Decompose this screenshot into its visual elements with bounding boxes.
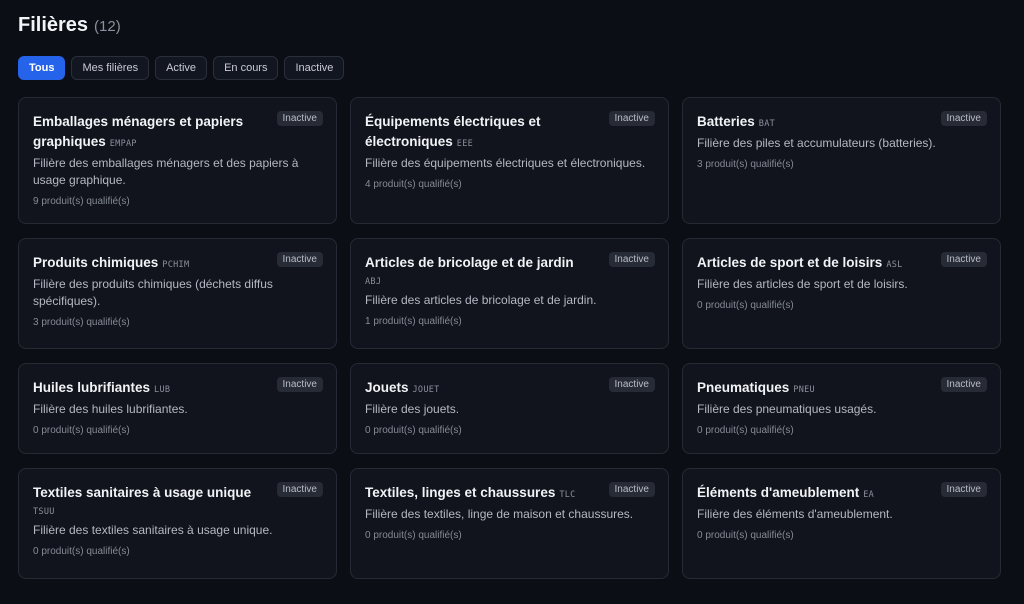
filiere-card-asl[interactable]: Inactive Articles de sport et de loisirs… — [682, 238, 1001, 349]
card-description: Filière des textiles, linge de maison et… — [365, 507, 634, 521]
card-name: Éléments d'ameublement — [697, 485, 860, 500]
filter-mine[interactable]: Mes filières — [71, 56, 150, 80]
card-code: EMPAP — [109, 139, 137, 149]
filiere-card-tlc[interactable]: Inactive Textiles, linges et chaussures T… — [350, 468, 669, 579]
page-header: Filières (12) — [18, 14, 1006, 42]
card-name: Produits chimiques — [33, 255, 159, 270]
status-badge: Inactive — [608, 377, 655, 392]
card-product-count: 3 produit(s) qualifié(s) — [697, 159, 794, 170]
card-code: PNEU — [793, 385, 815, 395]
card-product-count: 3 produit(s) qualifié(s) — [33, 317, 130, 328]
card-code: EEE — [456, 139, 474, 149]
card-description: Filière des jouets. — [365, 402, 460, 416]
card-product-count: 0 produit(s) qualifié(s) — [33, 425, 130, 436]
card-code: JOUET — [412, 385, 440, 395]
filter-inactive[interactable]: Inactive — [284, 56, 345, 80]
card-product-count: 0 produit(s) qualifié(s) — [697, 425, 794, 436]
status-badge: Inactive — [940, 377, 987, 392]
filiere-card-empap[interactable]: Inactive Emballages ménagers et papiers … — [18, 97, 337, 224]
page: Filières (12) Tous Mes filières Active E… — [0, 0, 1024, 579]
filiere-card-bat[interactable]: Inactive Batteries BAT Filière des piles … — [682, 97, 1001, 224]
status-badge: Inactive — [276, 252, 323, 267]
filiere-card-abj[interactable]: Inactive Articles de bricolage et de jar… — [350, 238, 669, 349]
status-badge: Inactive — [940, 482, 987, 497]
card-code: BAT — [758, 119, 776, 129]
filter-in-progress[interactable]: En cours — [213, 56, 279, 80]
status-badge: Inactive — [608, 482, 655, 497]
status-badge: Inactive — [276, 377, 323, 392]
filiere-card-pneu[interactable]: Inactive Pneumatiques PNEU Filière des pn… — [682, 363, 1001, 454]
card-code: ASL — [886, 260, 903, 270]
card-description: Filière des piles et accumulateurs (batt… — [697, 136, 936, 150]
card-description: Filière des éléments d'ameublement. — [697, 507, 893, 521]
card-name: Jouets — [365, 380, 409, 395]
status-badge: Inactive — [940, 252, 987, 267]
filiere-card-eee[interactable]: Inactive Équipements électriques et élec… — [350, 97, 669, 224]
card-code: PCHIM — [162, 260, 190, 270]
filiere-grid: Inactive Emballages ménagers et papiers … — [18, 97, 1006, 579]
card-description: Filière des textiles sanitaires à usage … — [33, 523, 273, 537]
card-product-count: 0 produit(s) qualifié(s) — [365, 425, 462, 436]
card-description: Filière des pneumatiques usagés. — [697, 402, 877, 416]
filiere-card-tsuu[interactable]: Inactive Textiles sanitaires à usage uni… — [18, 468, 337, 579]
item-count: (12) — [94, 18, 121, 35]
card-description: Filière des produits chimiques (déchets … — [33, 277, 273, 308]
card-code: EA — [863, 490, 875, 500]
filter-bar: Tous Mes filières Active En cours Inacti… — [18, 56, 1006, 80]
status-badge: Inactive — [276, 482, 323, 497]
card-code: ABJ — [365, 277, 382, 287]
filiere-card-ea[interactable]: Inactive Éléments d'ameublement EA Filièr… — [682, 468, 1001, 579]
card-description: Filière des huiles lubrifiantes. — [33, 402, 188, 416]
card-name: Huiles lubrifiantes — [33, 380, 151, 395]
card-name: Équipements électriques et électroniques — [365, 114, 541, 149]
filiere-card-lub[interactable]: Inactive Huiles lubrifiantes LUB Filière … — [18, 363, 337, 454]
card-code: LUB — [154, 385, 171, 395]
card-name: Textiles sanitaires à usage unique — [33, 485, 252, 500]
card-name: Batteries — [697, 114, 755, 129]
page-title: Filières — [18, 14, 89, 36]
status-badge: Inactive — [940, 111, 987, 126]
card-product-count: 9 produit(s) qualifié(s) — [33, 196, 130, 207]
filiere-card-jouet[interactable]: Inactive Jouets JOUET Filière des jouets.… — [350, 363, 669, 454]
card-code: TLC — [559, 490, 576, 500]
card-description: Filière des équipements électriques et é… — [365, 156, 646, 170]
card-product-count: 1 produit(s) qualifié(s) — [365, 316, 462, 327]
card-description: Filière des emballages ménagers et des p… — [33, 156, 299, 187]
status-badge: Inactive — [608, 252, 655, 267]
card-name: Textiles, linges et chaussures — [365, 485, 556, 500]
card-name: Articles de sport et de loisirs — [697, 255, 883, 270]
card-name: Emballages ménagers et papiers graphique… — [33, 114, 244, 149]
card-description: Filière des articles de sport et de lois… — [697, 277, 908, 291]
filiere-card-pchim[interactable]: Inactive Produits chimiques PCHIM Filière… — [18, 238, 337, 349]
card-product-count: 0 produit(s) qualifié(s) — [697, 530, 794, 541]
card-product-count: 0 produit(s) qualifié(s) — [33, 546, 130, 557]
status-badge: Inactive — [608, 111, 655, 126]
status-badge: Inactive — [276, 111, 323, 126]
card-code: TSUU — [33, 507, 55, 517]
card-description: Filière des articles de bricolage et de … — [365, 293, 597, 307]
card-name: Pneumatiques — [697, 380, 790, 395]
card-name: Articles de bricolage et de jardin — [365, 255, 574, 270]
card-product-count: 4 produit(s) qualifié(s) — [365, 179, 462, 190]
card-product-count: 0 produit(s) qualifié(s) — [697, 300, 794, 311]
filter-active[interactable]: Active — [155, 56, 208, 80]
card-product-count: 0 produit(s) qualifié(s) — [365, 530, 462, 541]
filter-all[interactable]: Tous — [18, 56, 66, 80]
